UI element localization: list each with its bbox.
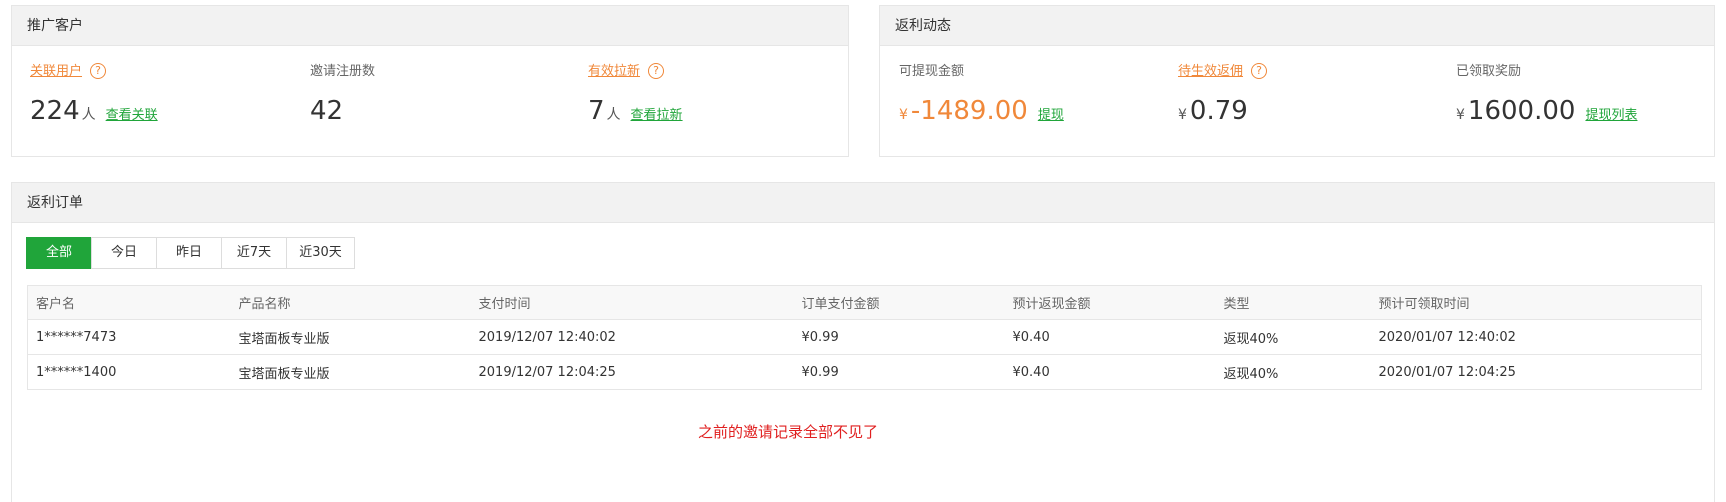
cell-type: 返现40% <box>1215 319 1371 355</box>
orders-table: 客户名 产品名称 支付时间 订单支付金额 预计返现金额 类型 预计可领取时间 1… <box>27 285 1702 390</box>
currency-symbol: ¥ <box>1456 107 1465 123</box>
cell-pay-time: 2019/12/07 12:40:02 <box>470 319 794 355</box>
registrations-count: 42 <box>310 96 344 126</box>
cell-product: 宝塔面板专业版 <box>230 354 471 390</box>
annotation-text: 之前的邀请记录全部不见了 <box>698 423 879 441</box>
effective-link[interactable]: 有效拉新 <box>588 64 640 79</box>
linked-users-unit: 人 <box>81 107 96 123</box>
col-product: 产品名称 <box>230 285 471 320</box>
received-stat: 已领取奖励 ¥1600.00 提现列表 <box>1456 62 1637 128</box>
col-pay-time: 支付时间 <box>470 285 794 320</box>
currency-symbol: ¥ <box>1178 107 1187 123</box>
cell-order-amount: ¥0.99 <box>793 354 1005 390</box>
cell-customer: 1******1400 <box>27 354 231 390</box>
promo-panel-title: 推广客户 <box>12 6 848 46</box>
linked-users-stat: 关联用户? 224 人查看关联 <box>30 62 158 128</box>
filter-yesterday[interactable]: 昨日 <box>156 237 222 269</box>
currency-symbol: ¥ <box>899 107 908 123</box>
rebate-dynamics-panel: 返利动态 可提现金额 ¥ -1489.00 提现 待生效返佣? ¥0.79 已领取奖… <box>879 5 1715 157</box>
linked-users-count: 224 <box>30 96 80 126</box>
cell-customer: 1******7473 <box>27 319 231 355</box>
registrations-label: 邀请注册数 <box>310 64 376 79</box>
linked-users-link[interactable]: 关联用户 <box>30 64 82 79</box>
help-icon[interactable]: ? <box>90 63 107 79</box>
pending-amount: 0.79 <box>1189 96 1248 126</box>
view-effective-link[interactable]: 查看拉新 <box>631 108 683 123</box>
help-icon[interactable]: ? <box>648 63 665 79</box>
col-claim-time: 预计可领取时间 <box>1370 285 1702 320</box>
filter-today[interactable]: 今日 <box>91 237 157 269</box>
cell-rebate-amount: ¥0.40 <box>1004 319 1216 355</box>
orders-panel-title: 返利订单 <box>12 183 1714 223</box>
received-label: 已领取奖励 <box>1456 64 1522 79</box>
received-amount: 1600.00 <box>1467 96 1576 126</box>
withdrawable-stat: 可提现金额 ¥ -1489.00 提现 <box>899 62 1064 128</box>
pending-rebate-link[interactable]: 待生效返佣 <box>1178 64 1243 79</box>
table-row: 1******7473 宝塔面板专业版 2019/12/07 12:40:02 … <box>27 319 1702 355</box>
table-header-row: 客户名 产品名称 支付时间 订单支付金额 预计返现金额 类型 预计可领取时间 <box>27 285 1702 320</box>
filter-30-days[interactable]: 近30天 <box>286 237 355 269</box>
view-linked-link[interactable]: 查看关联 <box>106 108 158 123</box>
table-row: 1******1400 宝塔面板专业版 2019/12/07 12:04:25 … <box>27 354 1702 390</box>
col-order-amount: 订单支付金额 <box>793 285 1005 320</box>
registrations-stat: 邀请注册数 42 <box>310 62 375 128</box>
withdrawable-label: 可提现金额 <box>899 64 965 79</box>
effective-count: 7 <box>588 96 605 126</box>
col-customer: 客户名 <box>27 285 231 320</box>
withdraw-list-link[interactable]: 提现列表 <box>1585 108 1637 123</box>
withdraw-link[interactable]: 提现 <box>1038 108 1064 123</box>
pending-stat: 待生效返佣? ¥0.79 <box>1178 62 1268 128</box>
withdrawable-amount: -1489.00 <box>910 96 1028 126</box>
help-icon[interactable]: ? <box>1251 63 1268 79</box>
cell-product: 宝塔面板专业版 <box>230 319 471 355</box>
col-type: 类型 <box>1215 285 1371 320</box>
rebate-orders-panel: 返利订单 全部 今日 昨日 近7天 近30天 客户名 产品名称 支付时间 订单支… <box>11 182 1715 502</box>
col-rebate-amount: 预计返现金额 <box>1004 285 1216 320</box>
date-filter-tabs: 全部 今日 昨日 近7天 近30天 <box>26 237 355 269</box>
cell-order-amount: ¥0.99 <box>793 319 1005 355</box>
filter-7-days[interactable]: 近7天 <box>221 237 287 269</box>
rebate-panel-title: 返利动态 <box>880 6 1714 46</box>
cell-rebate-amount: ¥0.40 <box>1004 354 1216 390</box>
cell-claim-time: 2020/01/07 12:40:02 <box>1370 319 1702 355</box>
cell-type: 返现40% <box>1215 354 1371 390</box>
cell-pay-time: 2019/12/07 12:04:25 <box>470 354 794 390</box>
effective-stat: 有效拉新? 7 人查看拉新 <box>588 62 683 128</box>
cell-claim-time: 2020/01/07 12:04:25 <box>1370 354 1702 390</box>
effective-unit: 人 <box>606 107 621 123</box>
filter-all[interactable]: 全部 <box>26 237 92 269</box>
promo-customers-panel: 推广客户 关联用户? 224 人查看关联 邀请注册数 42 有效拉新? 7 人查看拉… <box>11 5 849 157</box>
